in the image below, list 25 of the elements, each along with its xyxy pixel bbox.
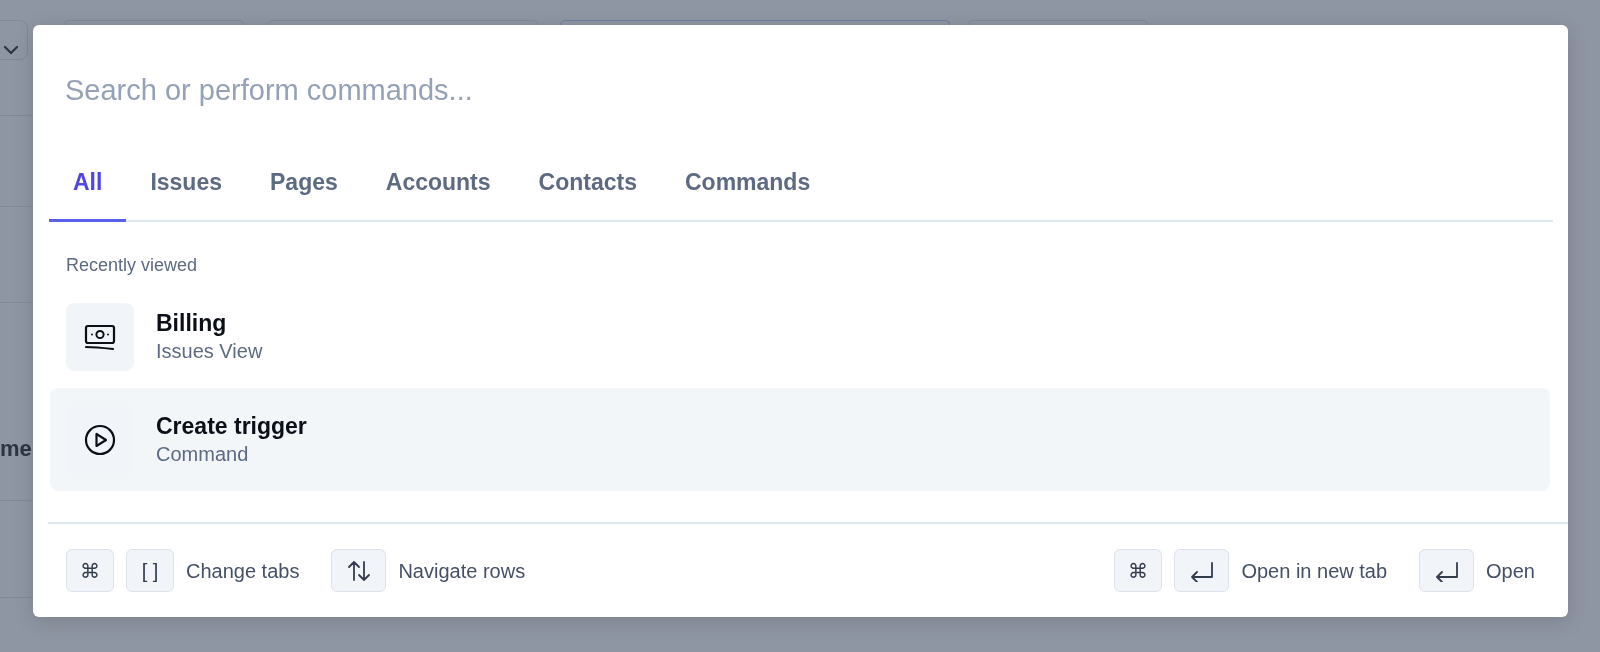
key-cap: ⌘ [1114, 549, 1163, 592]
key-cap: ⌘ [66, 549, 114, 592]
tab[interactable]: Contacts [514, 156, 661, 222]
shortcut-label: Change tabs [186, 558, 300, 584]
tab[interactable]: Issues [126, 156, 246, 222]
background-text: me [0, 435, 32, 463]
money-icon [66, 302, 134, 371]
shortcut-label: Navigate rows [398, 558, 526, 584]
tab[interactable]: Accounts [361, 156, 515, 222]
result-item[interactable]: Create trigger Command [50, 388, 1550, 491]
result-title: Billing [156, 308, 228, 338]
chevron-down-icon [2, 44, 20, 56]
key-cap: [ ] [126, 549, 174, 592]
tab[interactable]: Commands [660, 156, 835, 222]
enter-key-icon [1174, 549, 1230, 592]
section-heading: Recently viewed [66, 254, 199, 277]
enter-key-icon [1419, 549, 1475, 592]
shortcut-label: Open in new tab [1241, 558, 1388, 584]
tab[interactable]: All [49, 156, 127, 222]
result-title: Create trigger [156, 411, 307, 441]
arrow-keys-icon [331, 549, 387, 592]
shortcut-label: Open [1486, 558, 1535, 584]
tab[interactable]: Pages [246, 156, 362, 222]
result-subtitle: Command [156, 442, 250, 468]
result-subtitle: Issues View [156, 339, 263, 365]
